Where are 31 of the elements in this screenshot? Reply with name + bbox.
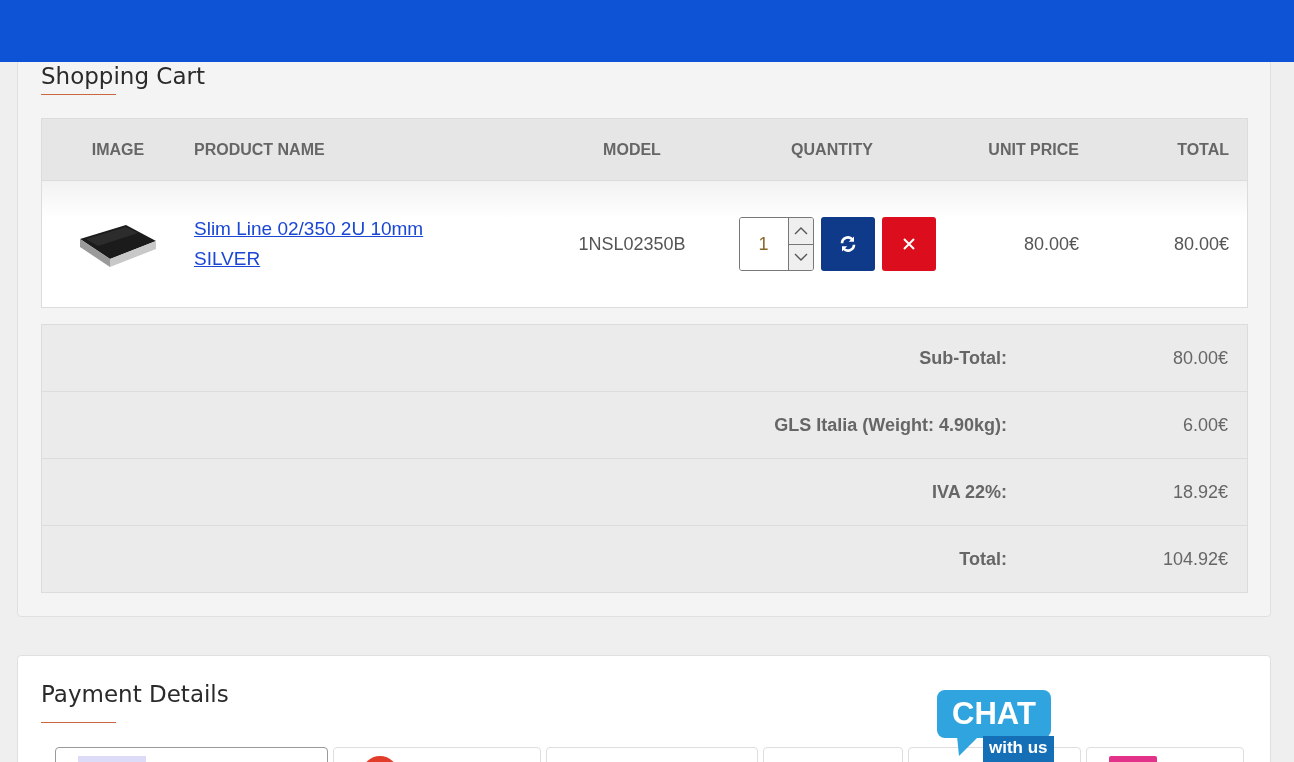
column-header: IMAGE (91, 140, 145, 159)
total-label: IVA 22%: (931, 481, 1007, 503)
chat-subtitle[interactable]: with us (983, 736, 1054, 762)
total-value: 6.00€ (1182, 414, 1229, 436)
product-link[interactable]: Slim Line 02/350 2U 10mm SILVER (194, 214, 541, 274)
total-label: Sub-Total: (919, 347, 1007, 369)
column-header: PRODUCT NAME (194, 140, 325, 159)
quantity-field[interactable]: 1 (738, 217, 814, 271)
unit-price-cell-text: 80.00€ (1023, 233, 1080, 255)
total-label: Total: (959, 548, 1007, 570)
chat-badge[interactable]: CHAT (937, 690, 1051, 738)
column-header: UNIT PRICE (988, 140, 1080, 159)
total-value: 18.92€ (1172, 481, 1229, 503)
model-cell: 1NSL02350B (578, 233, 686, 255)
total-cell-text: 80.00€ (1173, 233, 1230, 255)
update-button[interactable] (820, 217, 875, 271)
total-value: 80.00€ (1172, 347, 1229, 369)
remove-button[interactable] (881, 217, 936, 271)
column-header: TOTAL (1177, 140, 1230, 159)
column-header: MODEL (603, 140, 661, 159)
close-icon (902, 238, 915, 250)
chevron-down-icon (793, 253, 808, 262)
section-title: Payment Details (41, 683, 229, 706)
total-value: 104.92€ (1162, 548, 1229, 570)
chevron-up-icon (793, 226, 808, 235)
column-header: QUANTITY (791, 140, 873, 159)
total-label: GLS Italia (Weight: 4.90kg): (774, 414, 1007, 436)
refresh-icon (838, 235, 857, 253)
increment-button[interactable] (788, 218, 813, 244)
section-title: Shopping Cart (41, 65, 205, 88)
decrement-button[interactable] (788, 243, 813, 270)
